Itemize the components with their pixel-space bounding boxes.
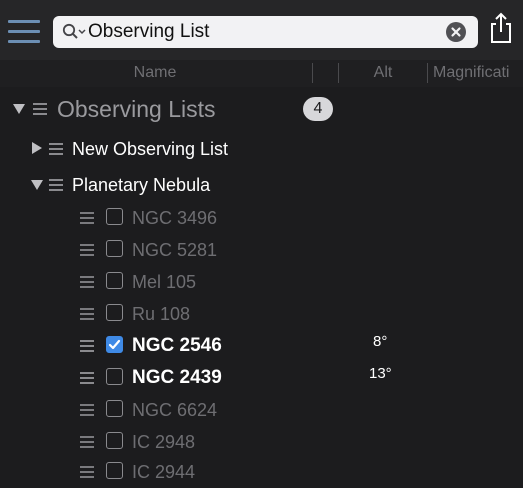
drag-handle-icon[interactable] xyxy=(80,308,94,320)
object-name: NGC 5281 xyxy=(132,240,218,260)
disclosure-collapsed-icon[interactable] xyxy=(32,142,42,154)
column-divider[interactable] xyxy=(427,63,428,83)
object-checkbox[interactable] xyxy=(106,208,123,225)
object-name: NGC 3496 xyxy=(132,208,218,228)
tree-row-planetary-nebula[interactable]: Planetary Nebula xyxy=(0,170,523,200)
altitude-value: 13° xyxy=(369,365,392,382)
search-icon xyxy=(62,23,86,39)
column-header-bar: Name Alt Magnificati xyxy=(0,60,523,87)
object-row[interactable]: IC 2948 xyxy=(0,427,523,457)
disclosure-expanded-icon[interactable] xyxy=(13,104,25,114)
column-divider[interactable] xyxy=(338,63,339,83)
menu-icon[interactable] xyxy=(8,18,40,44)
object-row[interactable]: NGC 6624 xyxy=(0,395,523,425)
object-row[interactable]: IC 2944 xyxy=(0,457,523,487)
object-checkbox[interactable] xyxy=(106,272,123,289)
tree-label: New Observing List xyxy=(72,139,229,159)
object-name: Ru 108 xyxy=(132,304,191,324)
object-row[interactable]: NGC 2546 8° xyxy=(0,331,523,361)
column-header-name[interactable]: Name xyxy=(0,64,310,82)
object-checkbox[interactable] xyxy=(106,304,123,321)
object-row[interactable]: Mel 105 xyxy=(0,267,523,297)
drag-handle-icon[interactable] xyxy=(80,244,94,256)
list-icon xyxy=(49,143,63,155)
tree-row-observing-lists[interactable]: Observing Lists 4 xyxy=(0,92,523,126)
app-window: Name Alt Magnificati Observing Lists 4 N… xyxy=(0,0,523,488)
checkmark-icon xyxy=(108,339,120,349)
tree-row-new-observing-list[interactable]: New Observing List xyxy=(0,135,523,165)
count-badge: 4 xyxy=(303,97,333,121)
object-name: NGC 6624 xyxy=(132,400,218,420)
drag-handle-icon[interactable] xyxy=(80,466,94,478)
object-checkbox-checked[interactable] xyxy=(106,336,123,353)
drag-handle-icon[interactable] xyxy=(80,340,94,352)
tree-label: Observing Lists xyxy=(57,96,216,122)
column-header-alt[interactable]: Alt xyxy=(341,64,425,82)
object-row[interactable]: NGC 3496 xyxy=(0,203,523,233)
object-row[interactable]: NGC 5281 xyxy=(0,235,523,265)
object-name: Mel 105 xyxy=(132,272,197,292)
column-divider[interactable] xyxy=(312,63,313,83)
list-icon xyxy=(33,103,47,115)
object-checkbox[interactable] xyxy=(106,368,123,385)
object-name: IC 2948 xyxy=(132,432,196,452)
object-row[interactable]: NGC 2439 13° xyxy=(0,363,523,393)
drag-handle-icon[interactable] xyxy=(80,372,94,384)
search-field[interactable] xyxy=(53,16,478,48)
share-icon[interactable] xyxy=(488,12,514,44)
tree-label: Planetary Nebula xyxy=(72,175,211,195)
object-name: NGC 2439 xyxy=(132,367,222,388)
object-name: NGC 2546 xyxy=(132,335,222,356)
toolbar xyxy=(0,0,523,60)
object-checkbox[interactable] xyxy=(106,400,123,417)
object-name: IC 2944 xyxy=(132,462,196,482)
drag-handle-icon[interactable] xyxy=(80,436,94,448)
object-checkbox[interactable] xyxy=(106,240,123,257)
altitude-value: 8° xyxy=(373,333,388,350)
object-row[interactable]: Ru 108 xyxy=(0,299,523,329)
object-checkbox[interactable] xyxy=(106,432,123,449)
list-icon xyxy=(49,179,63,191)
search-input[interactable] xyxy=(88,20,433,44)
disclosure-expanded-icon[interactable] xyxy=(31,180,43,190)
drag-handle-icon[interactable] xyxy=(80,404,94,416)
drag-handle-icon[interactable] xyxy=(80,276,94,288)
object-checkbox[interactable] xyxy=(106,462,123,479)
column-header-magnification[interactable]: Magnificati xyxy=(433,64,523,82)
drag-handle-icon[interactable] xyxy=(80,212,94,224)
clear-search-icon[interactable] xyxy=(446,22,466,42)
